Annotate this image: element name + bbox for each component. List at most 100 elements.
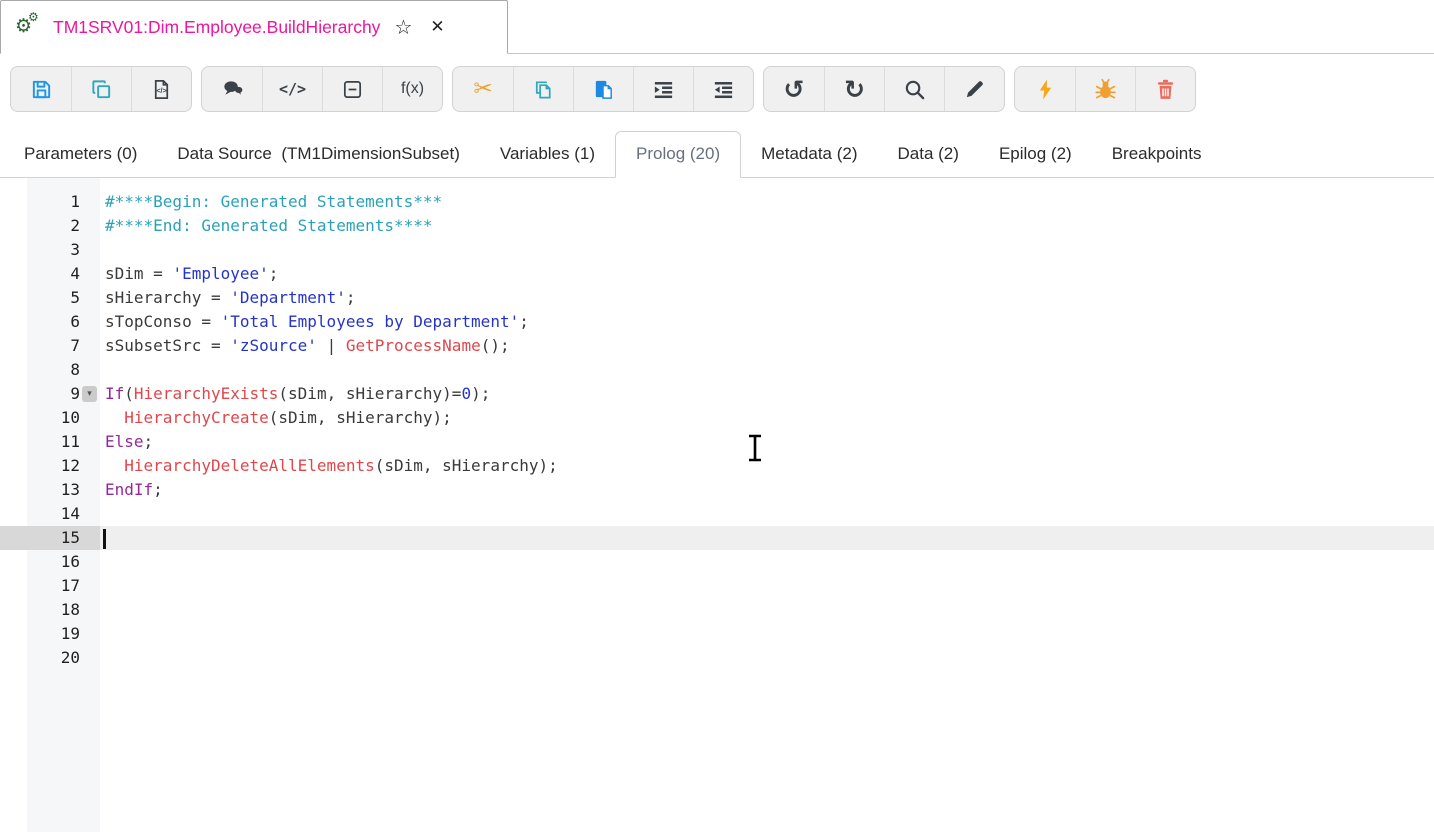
tab-epilog-2[interactable]: Epilog (2) — [979, 132, 1092, 177]
edit-button[interactable] — [944, 67, 1004, 111]
code-line[interactable]: 15 — [0, 526, 1434, 550]
code-line[interactable]: 13EndIf; — [0, 478, 1434, 502]
copy-selection-button[interactable] — [513, 67, 573, 111]
token-plain: (sDim, sHierarchy); — [269, 408, 452, 427]
code-text — [100, 598, 1434, 622]
token-plain: ; — [269, 264, 279, 283]
search-button[interactable] — [884, 67, 944, 111]
line-number[interactable]: 18 — [27, 598, 100, 622]
code-line[interactable]: 20 — [0, 646, 1434, 670]
save-button[interactable] — [11, 67, 71, 111]
tab-data-2[interactable]: Data (2) — [878, 132, 979, 177]
tab-metadata-2[interactable]: Metadata (2) — [741, 132, 877, 177]
token-plain: | — [317, 336, 346, 355]
window-tab-strip: ⚙⚙ TM1SRV01:Dim.Employee.BuildHierarchy … — [0, 0, 1434, 54]
code-line[interactable]: 18 — [0, 598, 1434, 622]
code-line[interactable]: 11Else; — [0, 430, 1434, 454]
debug-button[interactable] — [1075, 67, 1135, 111]
code-text — [100, 238, 1434, 262]
line-number[interactable]: 7 — [27, 334, 100, 358]
code-line[interactable]: 6sTopConso = 'Total Employees by Departm… — [0, 310, 1434, 334]
window-tab-process[interactable]: ⚙⚙ TM1SRV01:Dim.Employee.BuildHierarchy … — [0, 0, 508, 54]
line-number[interactable]: 3 — [27, 238, 100, 262]
code-line[interactable]: 5sHierarchy = 'Department'; — [0, 286, 1434, 310]
outdent-button[interactable] — [693, 67, 753, 111]
code-line[interactable]: 14 — [0, 502, 1434, 526]
line-number[interactable]: 4 — [27, 262, 100, 286]
line-number[interactable]: 16 — [27, 550, 100, 574]
token-plain: sDim = — [105, 264, 172, 283]
code-line[interactable]: 4sDim = 'Employee'; — [0, 262, 1434, 286]
token-plain — [105, 456, 124, 475]
view-source-button[interactable]: </> — [131, 67, 191, 111]
code-text — [100, 526, 1434, 550]
code-line[interactable]: 17 — [0, 574, 1434, 598]
lightning-icon — [1034, 78, 1057, 101]
delete-button[interactable] — [1135, 67, 1195, 111]
code-text: #****End: Generated Statements**** — [100, 214, 1434, 238]
token-plain: (sDim, sHierarchy); — [375, 456, 558, 475]
code-line[interactable]: 3 — [0, 238, 1434, 262]
gutter-margin — [0, 214, 27, 238]
gutter-margin — [0, 670, 27, 832]
line-number[interactable]: 10 — [27, 406, 100, 430]
redo-icon: ↻ — [844, 75, 865, 104]
code-line[interactable]: 9▾If(HierarchyExists(sDim, sHierarchy)=0… — [0, 382, 1434, 406]
copy-tab-button[interactable] — [71, 67, 131, 111]
toolbar: </> </> f(x) ✂ ↺ ↻ — [0, 54, 1434, 128]
code-area[interactable] — [100, 178, 1434, 190]
line-number[interactable]: 11 — [27, 430, 100, 454]
line-number[interactable]: 6 — [27, 310, 100, 334]
code-line[interactable]: 8 — [0, 358, 1434, 382]
line-number[interactable]: 14 — [27, 502, 100, 526]
code-snippet-button[interactable]: </> — [262, 67, 322, 111]
code-line[interactable]: 1 #****Begin: Generated Statements*** — [0, 190, 1434, 214]
comment-button[interactable] — [202, 67, 262, 111]
tab-variables-1[interactable]: Variables (1) — [480, 132, 615, 177]
token-func: HierarchyDeleteAllElements — [124, 456, 374, 475]
line-number[interactable]: 13 — [27, 478, 100, 502]
redo-button[interactable]: ↻ — [824, 67, 884, 111]
paste-button[interactable] — [573, 67, 633, 111]
line-number[interactable]: 8 — [27, 358, 100, 382]
code-line[interactable]: 2#****End: Generated Statements**** — [0, 214, 1434, 238]
line-number[interactable]: 15 — [27, 526, 100, 550]
line-number[interactable]: 20 — [27, 646, 100, 670]
fold-toggle-icon[interactable]: ▾ — [82, 386, 97, 402]
undo-button[interactable]: ↺ — [764, 67, 824, 111]
tab-breakpoints[interactable]: Breakpoints — [1092, 132, 1222, 177]
close-icon[interactable]: ✕ — [430, 17, 444, 37]
token-plain: ; — [153, 480, 163, 499]
collapse-region-button[interactable] — [322, 67, 382, 111]
code-line[interactable]: 16 — [0, 550, 1434, 574]
process-gears-icon: ⚙⚙ — [15, 14, 43, 40]
search-icon — [903, 78, 926, 101]
toolbar-group: </> f(x) — [201, 66, 443, 112]
indent-button[interactable] — [633, 67, 693, 111]
tab-prolog-20[interactable]: Prolog (20) — [615, 131, 741, 178]
code-editor[interactable]: 1 #****Begin: Generated Statements*** 2#**… — [0, 178, 1434, 832]
svg-text:</>: </> — [156, 86, 166, 94]
code-line[interactable]: 12 HierarchyDeleteAllElements(sDim, sHie… — [0, 454, 1434, 478]
tab-data-source-tm1dimensionsubset[interactable]: Data Source (TM1DimensionSubset) — [157, 132, 480, 177]
line-number[interactable]: 2 — [27, 214, 100, 238]
run-button[interactable] — [1015, 67, 1075, 111]
functions-button[interactable]: f(x) — [382, 67, 442, 111]
line-number[interactable]: 17 — [27, 574, 100, 598]
line-number[interactable]: 1 — [27, 190, 100, 214]
tab-parameters-0[interactable]: Parameters (0) — [4, 132, 157, 177]
line-number[interactable]: 19 — [27, 622, 100, 646]
token-comment: #****Begin: Generated Statements*** — [105, 192, 442, 211]
line-number[interactable]: 9▾ — [27, 382, 100, 406]
code-line[interactable]: 7sSubsetSrc = 'zSource' | GetProcessName… — [0, 334, 1434, 358]
code-area[interactable] — [100, 670, 1434, 832]
fx-icon: f(x) — [401, 80, 424, 98]
code-line[interactable]: 10 HierarchyCreate(sDim, sHierarchy); — [0, 406, 1434, 430]
favorite-star-icon[interactable]: ☆ — [394, 15, 412, 39]
line-number[interactable]: 5 — [27, 286, 100, 310]
line-number[interactable]: 12 — [27, 454, 100, 478]
code-text — [100, 358, 1434, 382]
cut-button[interactable]: ✂ — [453, 67, 513, 111]
code-text — [100, 622, 1434, 646]
code-line[interactable]: 19 — [0, 622, 1434, 646]
